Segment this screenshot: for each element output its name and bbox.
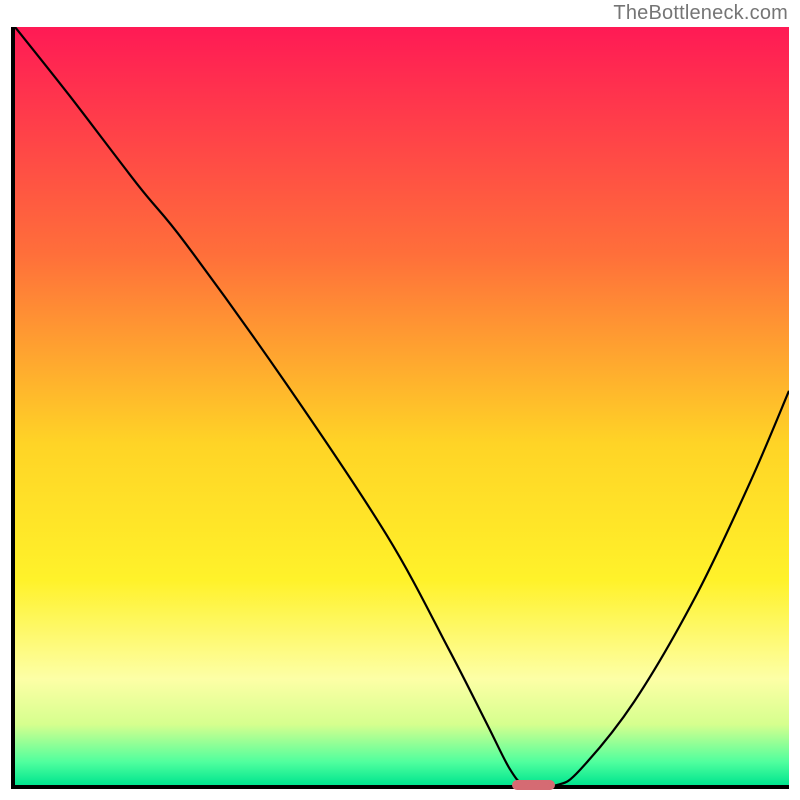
optimal-point-marker <box>512 780 555 789</box>
watermark-text: TheBottleneck.com <box>613 2 788 25</box>
chart-background-gradient <box>15 27 789 785</box>
chart-plot-area <box>11 27 789 789</box>
